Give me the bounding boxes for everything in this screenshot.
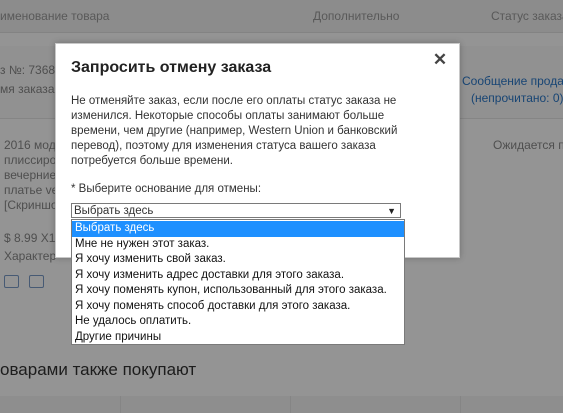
chevron-down-icon: ▼ xyxy=(387,206,396,216)
reason-select-value: Выбрать здесь xyxy=(74,205,154,217)
reason-option-payment-failed[interactable]: Не удалось оплатить. xyxy=(72,314,404,330)
reason-option-change-shipping[interactable]: Я хочу поменять способ доставки для этог… xyxy=(72,299,404,315)
reason-option-not-needed[interactable]: Мне не нужен этот заказ. xyxy=(72,237,404,253)
reason-label: * Выберите основание для отмены: xyxy=(71,183,262,195)
reason-option-change-coupon[interactable]: Я хочу поменять купон, использованный дл… xyxy=(72,283,404,299)
reason-option-choose[interactable]: Выбрать здесь xyxy=(72,221,404,237)
reason-select[interactable]: Выбрать здесь ▼ xyxy=(71,203,401,218)
reason-option-change-order[interactable]: Я хочу изменить свой заказ. xyxy=(72,252,404,268)
cancel-notice-text: Не отменяйте заказ, если после его оплат… xyxy=(71,95,398,167)
reason-dropdown-list: Выбрать здесь Мне не нужен этот заказ. Я… xyxy=(71,219,405,345)
reason-option-change-address[interactable]: Я хочу изменить адрес доставки для этого… xyxy=(72,268,404,284)
reason-option-other[interactable]: Другие причины xyxy=(72,330,404,346)
modal-title: Запросить отмену заказа xyxy=(71,59,272,76)
close-icon[interactable]: ✕ xyxy=(432,51,448,69)
